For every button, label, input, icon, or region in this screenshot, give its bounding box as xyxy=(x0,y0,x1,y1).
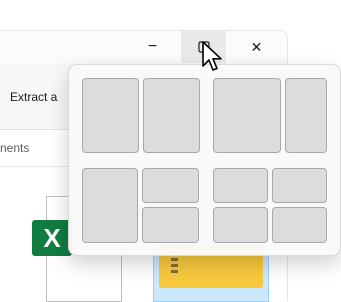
snap-zone[interactable] xyxy=(142,207,199,243)
title-bar: − ✕ xyxy=(0,31,287,63)
mouse-cursor-icon xyxy=(202,41,222,71)
snap-zone[interactable] xyxy=(272,168,327,203)
snap-zone[interactable] xyxy=(143,78,200,153)
snap-zone[interactable] xyxy=(213,207,268,243)
snap-zone[interactable] xyxy=(142,168,199,203)
minimize-button[interactable]: − xyxy=(130,31,175,63)
minimize-icon: − xyxy=(147,38,158,55)
close-icon: ✕ xyxy=(250,38,263,55)
excel-icon: X xyxy=(32,220,72,256)
address-text: nents xyxy=(0,141,30,155)
snap-layouts-flyout xyxy=(68,64,341,256)
snap-zone[interactable] xyxy=(285,78,327,153)
snap-zone[interactable] xyxy=(82,78,139,153)
snap-zone[interactable] xyxy=(213,78,281,153)
snap-zone[interactable] xyxy=(272,207,327,243)
close-button[interactable]: ✕ xyxy=(234,31,279,63)
extract-all-button[interactable]: Extract a xyxy=(10,90,57,104)
snap-zone[interactable] xyxy=(82,168,138,243)
snap-zone[interactable] xyxy=(213,168,268,203)
